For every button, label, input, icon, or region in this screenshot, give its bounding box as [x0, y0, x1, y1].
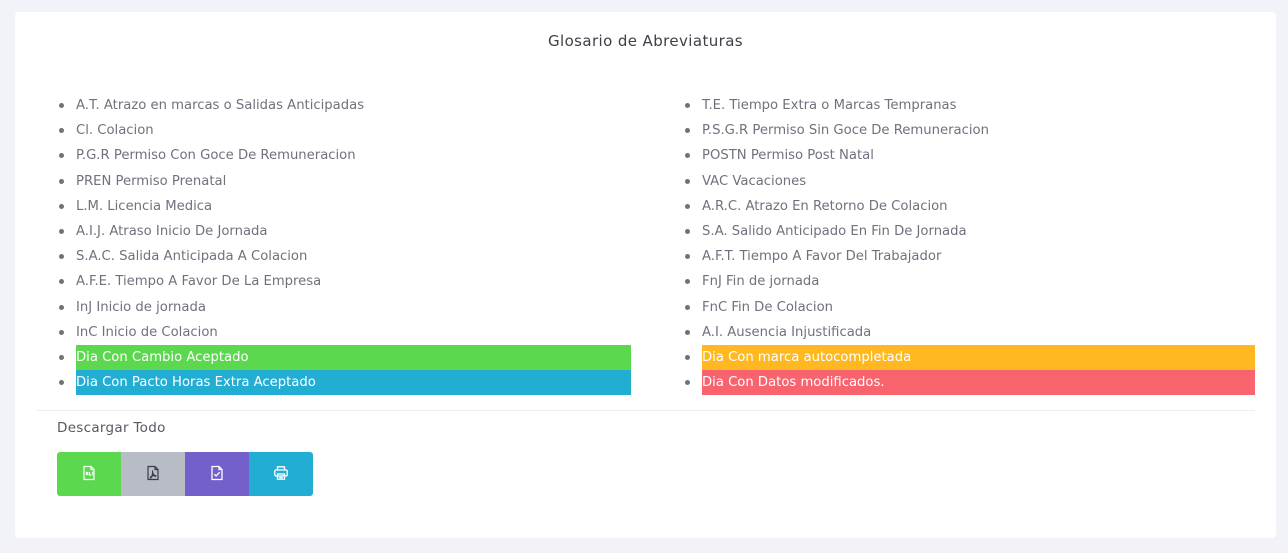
glossary-item: FnC Fin De Colacion — [683, 295, 1255, 320]
glossary-item-label: POSTN Permiso Post Natal — [702, 148, 874, 164]
legend-item-label: Dia Con Datos modificados. — [702, 370, 1255, 396]
bullet-icon — [59, 128, 64, 134]
glossary-item-label: InJ Inicio de jornada — [76, 299, 206, 315]
glossary-item-label: A.F.E. Tiempo A Favor De La Empresa — [76, 274, 322, 290]
legend-item-modified: Dia Con Datos modificados. — [683, 370, 1255, 396]
glossary-item-label: S.A.C. Salida Anticipada A Colacion — [76, 249, 308, 265]
bullet-icon — [685, 203, 690, 209]
bullet-icon — [685, 329, 690, 335]
checked-file-icon — [209, 465, 225, 484]
bullet-icon — [59, 279, 64, 285]
glossary-item-label: PREN Permiso Prenatal — [76, 173, 227, 189]
glossary-item-label: S.A. Salido Anticipado En Fin De Jornada — [702, 223, 967, 239]
bullet-icon — [59, 103, 64, 108]
glossary-item: A.F.T. Tiempo A Favor Del Trabajador — [683, 244, 1255, 269]
glossary-item-label: L.M. Licencia Medica — [76, 198, 213, 214]
panel-title: Glosario de Abreviaturas — [547, 32, 744, 50]
glossary-item: A.I. Ausencia Injustificada — [683, 320, 1255, 345]
pdf-file-icon — [145, 465, 161, 484]
glossary-panel: Glosario de Abreviaturas A.T. Atrazo en … — [15, 12, 1276, 538]
glossary-item: P.G.R Permiso Con Goce De Remuneracion — [57, 143, 631, 168]
glossary-item: S.A.C. Salida Anticipada A Colacion — [57, 244, 631, 269]
legend-item-label: Dia Con marca autocompletada — [702, 344, 1255, 371]
glossary-item-label: A.F.T. Tiempo A Favor Del Trabajador — [702, 249, 942, 265]
glossary-item: T.E. Tiempo Extra o Marcas Tempranas — [683, 93, 1255, 118]
bullet-icon — [59, 178, 64, 184]
glossary-item: Cl. Colacion — [57, 118, 631, 143]
glossary-item-label: A.T. Atrazo en marcas o Salidas Anticipa… — [76, 98, 365, 113]
export-pdf-button[interactable] — [121, 452, 185, 496]
glossary-item: VAC Vacaciones — [683, 169, 1255, 194]
bullet-icon — [685, 354, 690, 360]
glossary-item: POSTN Permiso Post Natal — [683, 143, 1255, 168]
glossary-item: InJ Inicio de jornada — [57, 295, 631, 320]
glossary-item: L.M. Licencia Medica — [57, 194, 631, 219]
glossary-item: A.I.J. Atraso Inicio De Jornada — [57, 219, 631, 244]
glossary-item: A.F.E. Tiempo A Favor De La Empresa — [57, 269, 631, 294]
bullet-icon — [685, 380, 690, 386]
print-button[interactable] — [249, 452, 313, 496]
glossary-item-label: A.I.J. Atraso Inicio De Jornada — [76, 223, 268, 239]
bullet-icon — [59, 329, 64, 335]
bullet-icon — [59, 254, 64, 260]
bullet-icon — [59, 228, 64, 234]
glossary-item-label: P.S.G.R Permiso Sin Goce De Remuneracion — [702, 123, 989, 139]
glossary-item: FnJ Fin de jornada — [683, 269, 1255, 294]
glossary-item: A.T. Atrazo en marcas o Salidas Anticipa… — [57, 93, 631, 118]
glossary-list-right: T.E. Tiempo Extra o Marcas Tempranas P.S… — [683, 93, 1255, 396]
bullet-icon — [59, 153, 64, 159]
glossary-item-label: T.E. Tiempo Extra o Marcas Tempranas — [702, 98, 957, 113]
export-excel-button[interactable] — [57, 452, 121, 496]
bullet-icon — [59, 304, 64, 310]
legend-item-changed-accepted: Dia Con Cambio Aceptado — [57, 344, 631, 371]
bullet-icon — [59, 203, 64, 209]
bullet-icon — [685, 304, 690, 310]
bullet-icon — [685, 153, 690, 159]
glossary-item-label: FnJ Fin de jornada — [702, 274, 820, 290]
excel-file-icon — [81, 465, 97, 484]
glossary-item-label: FnC Fin De Colacion — [702, 299, 834, 315]
print-icon — [273, 465, 289, 484]
glossary-item-label: A.R.C. Atrazo En Retorno De Colacion — [702, 198, 948, 214]
legend-item-label: Dia Con Pacto Horas Extra Aceptado — [76, 370, 631, 396]
legend-item-autocompleted: Dia Con marca autocompletada — [683, 344, 1255, 371]
bullet-icon — [685, 128, 690, 134]
glossary-item: InC Inicio de Colacion — [57, 320, 631, 345]
glossary-item-label: P.G.R Permiso Con Goce De Remuneracion — [76, 148, 356, 164]
glossary-item-label: InC Inicio de Colacion — [76, 324, 218, 340]
glossary-item: A.R.C. Atrazo En Retorno De Colacion — [683, 194, 1255, 219]
glossary-item: PREN Permiso Prenatal — [57, 169, 631, 194]
download-button-group — [57, 452, 313, 496]
legend-item-overtime-accepted: Dia Con Pacto Horas Extra Aceptado — [57, 370, 631, 396]
glossary-item-label: VAC Vacaciones — [702, 173, 807, 189]
bullet-icon — [59, 354, 64, 360]
legend-item-label: Dia Con Cambio Aceptado — [76, 344, 631, 371]
divider — [37, 410, 1255, 411]
bullet-icon — [685, 279, 690, 285]
glossary-item-label: Cl. Colacion — [76, 123, 154, 139]
download-all-label: Descargar Todo — [57, 420, 166, 436]
bullet-icon — [685, 254, 690, 260]
bullet-icon — [685, 178, 690, 184]
bullet-icon — [685, 103, 690, 108]
bullet-icon — [59, 380, 64, 386]
glossary-item: S.A. Salido Anticipado En Fin De Jornada — [683, 219, 1255, 244]
bullet-icon — [685, 228, 690, 234]
glossary-item-label: A.I. Ausencia Injustificada — [702, 324, 872, 340]
export-checked-button[interactable] — [185, 452, 249, 496]
glossary-list-left: A.T. Atrazo en marcas o Salidas Anticipa… — [57, 93, 631, 396]
glossary-item: P.S.G.R Permiso Sin Goce De Remuneracion — [683, 118, 1255, 143]
